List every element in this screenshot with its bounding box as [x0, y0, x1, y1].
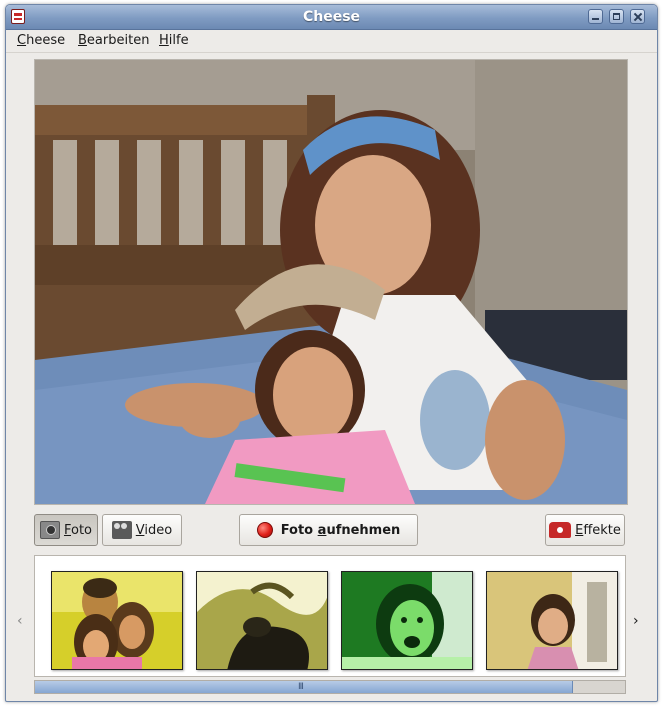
effects-button[interactable]: Effekte	[545, 514, 625, 546]
cheese-window: Cheese Cheese Bearbeiten Hilfe Foto Vide…	[5, 4, 658, 702]
preview-image	[35, 60, 627, 504]
video-mode-button[interactable]: Video	[102, 514, 182, 546]
thumbnail-3[interactable]	[341, 571, 473, 670]
scrollbar-grip: III	[298, 682, 304, 692]
menu-bearbeiten[interactable]: Bearbeiten	[78, 33, 149, 48]
effects-icon	[549, 522, 572, 538]
menu-cheese[interactable]: Cheese	[17, 33, 65, 48]
thumbnail-strip	[34, 555, 626, 677]
thumbnail-2[interactable]	[196, 571, 328, 670]
menu-bar: Cheese Bearbeiten Hilfe	[6, 30, 657, 53]
title-bar[interactable]: Cheese	[6, 5, 657, 30]
camera-icon	[39, 521, 60, 539]
scroll-right-icon[interactable]: ›	[633, 613, 639, 629]
photo-mode-button[interactable]: Foto	[34, 514, 98, 546]
minimize-button[interactable]	[588, 9, 603, 24]
window-title: Cheese	[302, 9, 361, 25]
scrollbar-thumb[interactable]: III	[35, 681, 573, 693]
record-icon	[256, 522, 273, 538]
thumbnail-4[interactable]	[486, 571, 618, 670]
video-camera-icon	[111, 521, 132, 539]
scroll-left-icon[interactable]: ‹	[17, 613, 23, 629]
close-button[interactable]	[630, 9, 645, 24]
maximize-button[interactable]	[609, 9, 624, 24]
take-photo-button[interactable]: Foto aufnehmen	[239, 514, 418, 546]
webcam-preview	[34, 59, 628, 505]
thumbnail-scrollbar[interactable]: III	[34, 680, 626, 694]
thumbnail-1[interactable]	[51, 571, 183, 670]
menu-hilfe[interactable]: Hilfe	[159, 33, 189, 48]
